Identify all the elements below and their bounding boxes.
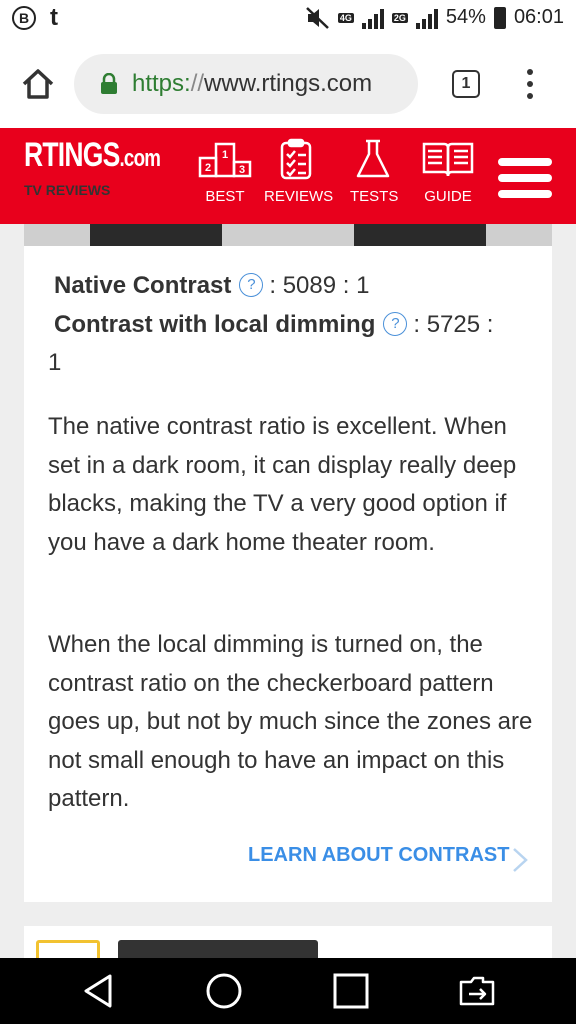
- nav-reviews[interactable]: REVIEWS: [264, 138, 334, 205]
- battery-icon: [493, 6, 506, 29]
- network-type-label: 2G: [391, 12, 408, 23]
- address-bar[interactable]: https://www.rtings.com: [74, 54, 418, 114]
- help-icon[interactable]: ?: [239, 273, 264, 297]
- local-dimming-description: When the local dimming is turned on, the…: [48, 631, 533, 813]
- native-contrast-row: Native Contrast?: 5089 : 1: [54, 267, 369, 305]
- local-dimming-contrast-row: Contrast with local dimming?: 5725 :: [54, 306, 493, 344]
- mute-icon: [306, 6, 329, 29]
- flask-icon: [356, 139, 390, 178]
- native-contrast-description: The native contrast ratio is excellent. …: [48, 413, 517, 556]
- svg-text:1: 1: [222, 149, 228, 161]
- lock-icon: [101, 73, 117, 94]
- svg-text:2: 2: [205, 162, 211, 174]
- back-icon[interactable]: [80, 972, 118, 1010]
- overflow-menu-icon[interactable]: [522, 66, 538, 102]
- b-circle-icon: B: [12, 6, 36, 30]
- site-header: RTINGS.com TV REVIEWS 2 1 3 BEST REVIEWS: [0, 128, 576, 224]
- clock: 06:01: [513, 6, 564, 28]
- url-text: https://www.rtings.com: [132, 70, 373, 97]
- local-dimming-contrast-label: Contrast with local dimming: [54, 311, 376, 338]
- signal-icon: [361, 7, 384, 29]
- svg-text:3: 3: [239, 164, 245, 176]
- home-icon[interactable]: [20, 66, 56, 102]
- status-bar: B t 4G 2G 54% 06:01: [0, 0, 576, 40]
- signal-icon: [415, 7, 438, 29]
- recents-icon[interactable]: [332, 972, 370, 1010]
- nav-guide-label: GUIDE: [424, 188, 472, 205]
- contrast-card: Native Contrast?: 5089 : 1 Contrast with…: [24, 246, 552, 902]
- hamburger-menu-icon[interactable]: [498, 158, 552, 198]
- browser-toolbar: https://www.rtings.com 1: [0, 40, 576, 128]
- local-dimming-contrast-value: : 5725 :: [413, 311, 494, 338]
- system-navigation-bar: [0, 958, 576, 1024]
- battery-percent: 54%: [445, 6, 486, 28]
- learn-about-contrast-link[interactable]: LEARN ABOUT CONTRAST: [248, 844, 509, 867]
- nav-reviews-label: REVIEWS: [264, 188, 334, 205]
- podium-icon: 2 1 3: [198, 142, 252, 178]
- native-contrast-value: : 5089 : 1: [269, 272, 370, 299]
- tumblr-icon: t: [50, 4, 58, 31]
- nav-tests[interactable]: TESTS: [350, 138, 399, 205]
- home-circle-icon[interactable]: [205, 972, 243, 1010]
- tab-switcher-button[interactable]: 1: [452, 70, 480, 98]
- nav-best-label: BEST: [205, 188, 245, 205]
- local-dimming-contrast-value-wrap: 1: [48, 349, 62, 376]
- network-type-label: 4G: [337, 12, 354, 23]
- native-contrast-label: Native Contrast: [54, 272, 232, 299]
- site-section-label[interactable]: TV REVIEWS: [24, 182, 114, 199]
- nav-tests-label: TESTS: [350, 188, 399, 205]
- help-icon[interactable]: ?: [383, 312, 408, 336]
- nav-best[interactable]: 2 1 3 BEST: [194, 138, 256, 205]
- nav-guide[interactable]: GUIDE: [420, 138, 476, 205]
- book-icon: [422, 142, 474, 177]
- clipboard-icon: [280, 138, 312, 180]
- test-image-strip: [24, 224, 552, 246]
- chevron-right-icon[interactable]: [510, 846, 530, 874]
- site-logo[interactable]: RTINGS.com: [24, 136, 161, 175]
- switch-apps-icon[interactable]: [458, 972, 496, 1010]
